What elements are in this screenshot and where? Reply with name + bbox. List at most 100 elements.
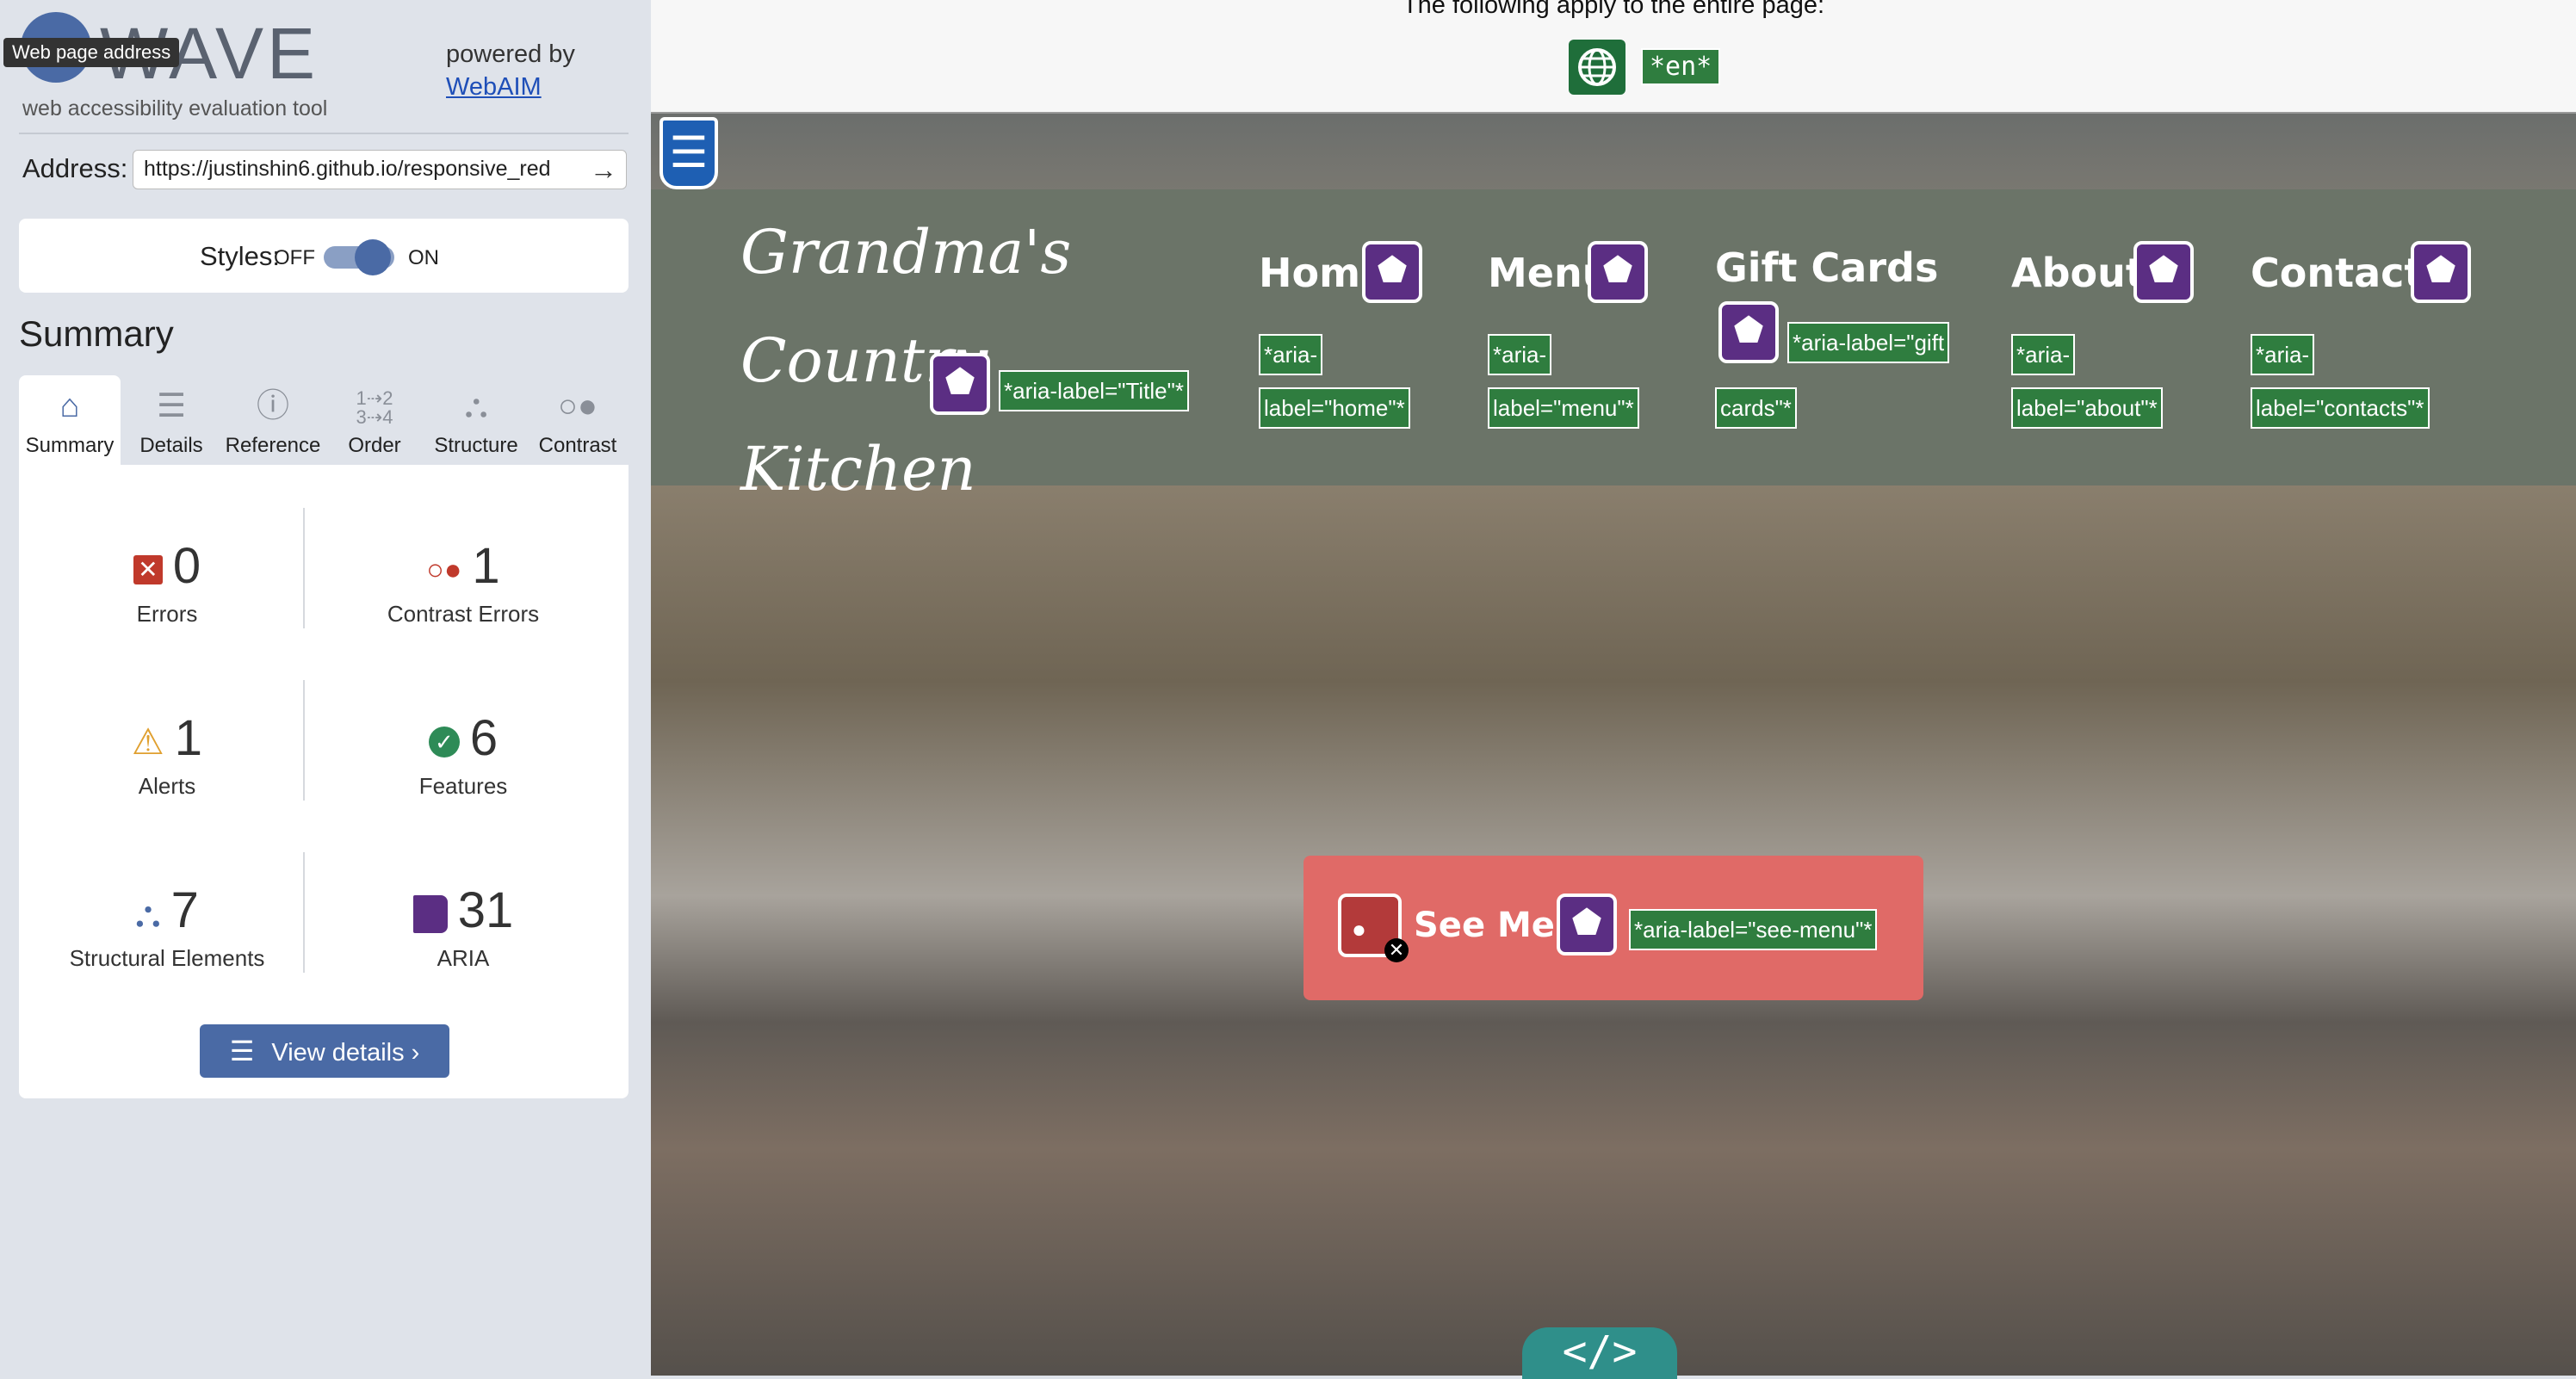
webaim-link[interactable]: WebAIM — [446, 71, 575, 103]
nav-about[interactable]: About — [2011, 250, 2145, 296]
aria-label-gift-cards: cards"* — [1715, 387, 1797, 429]
page-notice: The following apply to the entire page: — [1402, 0, 1825, 19]
divider — [303, 852, 305, 973]
address-input[interactable] — [142, 156, 579, 182]
aria-count: 31 — [457, 882, 514, 938]
metric-errors[interactable]: ✕ 0 Errors — [38, 539, 296, 628]
go-arrow-icon[interactable]: → — [590, 154, 617, 185]
contrast-error-icon: ○● — [426, 553, 462, 586]
styles-off-label: OFF — [274, 246, 315, 269]
errors-label: Errors — [136, 601, 198, 627]
structural-label: Structural Elements — [69, 945, 265, 971]
site-title-line1: Grandma's Country — [740, 217, 1072, 396]
contrast-icon: ○● — [558, 388, 598, 424]
aria-label-menu: *aria- — [1488, 334, 1552, 375]
styles-card: Styles: OFF ON — [19, 219, 629, 293]
evaluated-page: The following apply to the entire page: … — [651, 0, 2576, 1379]
aria-label: ARIA — [437, 945, 490, 971]
divider — [303, 508, 305, 628]
structure-list-icon[interactable]: ☰ — [659, 117, 718, 189]
alerts-count: 1 — [174, 710, 202, 766]
aria-tag-icon[interactable]: ⬟ — [1362, 241, 1422, 303]
metric-contrast-errors[interactable]: ○● 1 Contrast Errors — [334, 539, 592, 628]
view-details-button[interactable]: ☰ View details › — [200, 1024, 449, 1078]
home-icon: ⌂ — [59, 388, 80, 424]
errors-count: 0 — [172, 538, 201, 594]
details-list-icon: ☰ — [229, 1036, 255, 1067]
aria-label-about: label="about"* — [2011, 387, 2163, 429]
contrast-errors-label: Contrast Errors — [387, 601, 540, 627]
aria-icon — [412, 894, 448, 933]
tab-reference[interactable]: ⓘ Reference — [222, 375, 324, 465]
language-tag: *en* — [1641, 48, 1721, 85]
hero-background: ☰ Grandma's Country Kitchen ⬟ *aria-labe… — [651, 114, 2576, 1379]
tab-summary[interactable]: ⌂ Summary — [19, 375, 121, 465]
metric-alerts[interactable]: ⚠ 1 Alerts — [38, 711, 296, 800]
styles-toggle-knob[interactable] — [355, 239, 391, 275]
tab-label: Summary — [25, 434, 115, 457]
features-label: Features — [418, 773, 508, 799]
divider — [303, 680, 305, 801]
error-icon: ✕ — [133, 554, 163, 584]
powered-by-text: powered by — [446, 40, 575, 68]
aria-tag-icon[interactable]: ⬟ — [2411, 241, 2471, 303]
tab-label: Order — [348, 434, 401, 457]
aria-tag-icon[interactable]: ⬟ — [1588, 241, 1648, 303]
contrast-errors-count: 1 — [472, 538, 500, 594]
language-globe-icon[interactable] — [1569, 40, 1625, 95]
aria-tag-icon[interactable]: ⬟ — [1718, 301, 1779, 363]
styles-label: Styles: — [200, 241, 281, 271]
code-toggle-button[interactable]: </> — [1522, 1327, 1677, 1379]
list-icon: ☰ — [156, 388, 187, 424]
tab-label: Structure — [434, 434, 518, 457]
divider — [19, 133, 629, 134]
tab-structure[interactable]: ⛬ Structure — [425, 375, 527, 465]
aria-label-home: label="home"* — [1259, 387, 1410, 429]
nav-contact[interactable]: Contact — [2251, 250, 2423, 296]
site-header: Grandma's Country Kitchen ⬟ *aria-label=… — [651, 189, 2576, 504]
aria-label-about: *aria- — [2011, 334, 2076, 375]
alerts-label: Alerts — [138, 773, 196, 799]
nav-gift-cards[interactable]: Gift Cards — [1715, 244, 1938, 291]
tab-label: Contrast — [538, 434, 617, 457]
see-menu-button[interactable]: ● ✕ See Menu ⬟ *aria-label="see-menu"* — [1303, 856, 1923, 1000]
aria-label-contact: label="contacts"* — [2251, 387, 2430, 429]
aria-label-gift-cards: *aria-label="gift — [1787, 322, 1950, 363]
aria-label-see-menu: *aria-label="see-menu"* — [1629, 909, 1878, 950]
metric-structural[interactable]: ⛬ 7 Structural Elements — [38, 883, 296, 972]
summary-card: ✕ 0 Errors ○● 1 Contrast Errors ⚠ 1 Alerts … — [19, 465, 629, 1098]
contrast-dots-icon: ● — [1352, 916, 1366, 943]
site-title-line2: Kitchen — [740, 434, 976, 504]
structure-icon: ⛬ — [464, 388, 488, 424]
tagline: web accessibility evaluation tool — [22, 96, 328, 121]
tab-order[interactable]: 1⇢2 3⇢4 Order — [324, 375, 425, 465]
aria-label-menu: label="menu"* — [1488, 387, 1639, 429]
info-icon: ⓘ — [256, 388, 289, 424]
order-icon: 1⇢2 3⇢4 — [356, 387, 393, 428]
tab-label: Details — [139, 434, 203, 457]
summary-heading: Summary — [19, 313, 174, 354]
tab-label: Reference — [225, 434, 321, 457]
address-bar: → — [133, 150, 627, 189]
address-tooltip: Web page address — [3, 38, 180, 67]
panel-tabs: ⌂ Summary ☰ Details ⓘ Reference 1⇢2 3⇢4 O… — [19, 375, 629, 465]
structure-icon: ⛬ — [135, 893, 161, 934]
powered-by: powered by WebAIM — [446, 38, 575, 103]
close-icon: ✕ — [1384, 938, 1409, 962]
metric-aria[interactable]: 31 ARIA — [334, 883, 592, 972]
aria-label-title: *aria-label="Title"* — [999, 370, 1189, 411]
aria-tag-icon[interactable]: ⬟ — [930, 353, 990, 415]
tab-details[interactable]: ☰ Details — [121, 375, 222, 465]
aria-label-home: *aria- — [1259, 334, 1323, 375]
tab-contrast[interactable]: ○● Contrast — [527, 375, 629, 465]
wave-sidebar: WAVE Web page address web accessibility … — [0, 0, 651, 1376]
styles-on-label: ON — [408, 246, 439, 269]
aria-tag-icon[interactable]: ⬟ — [1557, 894, 1617, 955]
metric-features[interactable]: ✓ 6 Features — [334, 711, 592, 800]
structural-count: 7 — [170, 882, 199, 938]
aria-tag-icon[interactable]: ⬟ — [2133, 241, 2194, 303]
page-level-bar: The following apply to the entire page: … — [651, 0, 2576, 114]
feature-icon: ✓ — [428, 726, 460, 758]
features-count: 6 — [469, 710, 498, 766]
view-details-label: View details › — [271, 1039, 420, 1067]
